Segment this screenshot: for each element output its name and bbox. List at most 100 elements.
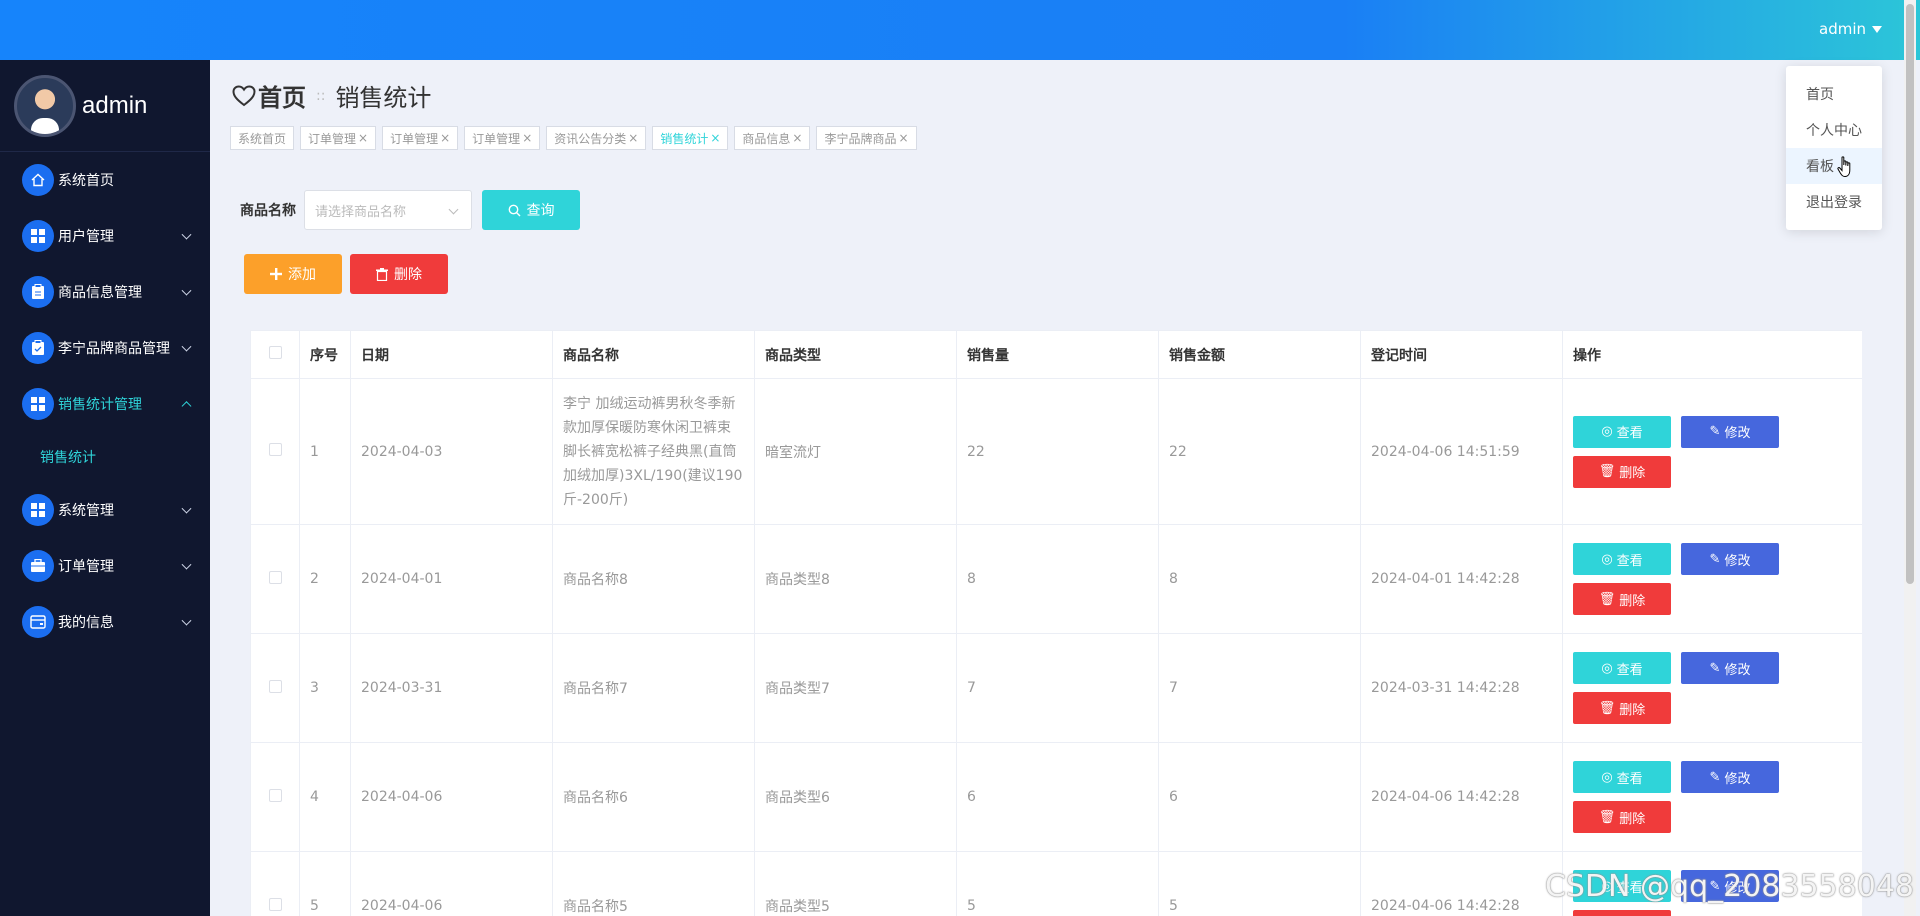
view-button[interactable]: ◎ 查看 [1573, 652, 1671, 684]
user-menu-trigger[interactable]: admin [1819, 20, 1882, 38]
sidebar-subitem-sales-stats[interactable]: 销售统计 [0, 432, 210, 482]
breadcrumb-home[interactable]: 首页 [232, 78, 306, 113]
row-select-cell [250, 851, 300, 916]
grid-icon [22, 220, 54, 252]
tag-item[interactable]: 资讯公告分类 × [546, 126, 647, 150]
main-content: 首页 :: 销售统计 系统首页 订单管理 × 订单管理 × 订单管理 × 资讯公告分类… [210, 60, 1900, 916]
edit-label: 修改 [1724, 771, 1751, 787]
pencil-icon: ✎ [1709, 551, 1721, 567]
close-icon[interactable]: × [792, 131, 802, 145]
view-button[interactable]: ◎ 查看 [1573, 543, 1671, 575]
index-cell: 2 [299, 524, 351, 634]
edit-button[interactable]: ✎ 修改 [1681, 652, 1779, 684]
sidebar-item-home[interactable]: 系统首页 [0, 152, 210, 208]
edit-label: 修改 [1724, 662, 1751, 678]
delete-button[interactable]: 🗑删除 [1573, 583, 1671, 615]
avatar [14, 74, 76, 137]
sidebar-item-system[interactable]: 系统管理 [0, 482, 210, 538]
tag-item[interactable]: 订单管理 × [300, 126, 377, 150]
sidebar-header: admin [0, 60, 210, 152]
tag-item[interactable]: 订单管理 × [382, 126, 459, 150]
batch-delete-button[interactable]: 删除 [350, 254, 448, 294]
row-select-cell [250, 524, 300, 634]
product-name-select[interactable]: 请选择商品名称 [304, 190, 472, 230]
edit-button[interactable]: ✎ 修改 [1681, 543, 1779, 575]
close-icon[interactable]: × [710, 131, 720, 145]
row-checkbox[interactable] [268, 897, 282, 911]
view-button[interactable]: ◎ 查看 [1573, 415, 1671, 448]
heart-icon [232, 84, 256, 106]
dropdown-item-dashboard[interactable]: 看板 [1786, 148, 1882, 184]
tag-label: 订单管理 [390, 131, 439, 146]
chevron-up-icon [181, 401, 192, 412]
edit-button[interactable]: ✎ 修改 [1681, 761, 1779, 793]
row-checkbox[interactable] [268, 443, 282, 456]
edit-button[interactable]: ✎ 修改 [1681, 415, 1779, 448]
close-icon[interactable]: × [628, 131, 638, 145]
select-all-cell [250, 330, 300, 379]
row-checkbox[interactable] [268, 679, 282, 693]
add-button[interactable]: 添加 [244, 254, 342, 294]
sidebar-item-label: 李宁品牌商品管理 [58, 341, 170, 357]
delete-label: 删除 [1619, 466, 1646, 481]
tag-label: 李宁品牌商品 [824, 131, 897, 146]
product-name-cell: 李宁 加绒运动裤男秋冬季新款加厚保暖防寒休闲卫裤束脚长裤宽松裤子经典黑(直筒加绒… [552, 378, 755, 525]
breadcrumb-home-label: 首页 [258, 84, 306, 112]
dropdown-item-profile[interactable]: 个人中心 [1786, 112, 1882, 148]
tag-label: 订单管理 [472, 131, 521, 146]
dropdown-item-home[interactable]: 首页 [1786, 76, 1882, 112]
time-cell: 2024-04-01 14:42:28 [1360, 524, 1563, 634]
query-button[interactable]: 查询 [482, 190, 580, 230]
pencil-icon: ✎ [1709, 660, 1721, 676]
delete-button[interactable]: 🗑删除 [1573, 455, 1671, 488]
briefcase-icon [22, 550, 54, 582]
qty-cell: 8 [956, 524, 1159, 634]
delete-label: 删除 [1619, 702, 1646, 718]
sidebar-item-my-info[interactable]: 我的信息 [0, 594, 210, 650]
tag-item[interactable]: 李宁品牌商品 × [816, 126, 917, 150]
scrollbar-thumb[interactable] [1906, 4, 1914, 584]
delete-button[interactable]: 🗑删除 [1573, 801, 1671, 833]
sidebar-item-sales-stats[interactable]: 销售统计管理 [0, 376, 210, 432]
delete-button[interactable]: 🗑删除 [1573, 910, 1671, 916]
table-row: 3 2024-03-31 商品名称7 商品类型7 7 7 2024-03-31 … [250, 633, 1862, 743]
page-scrollbar[interactable] [1904, 0, 1916, 916]
sidebar-item-lining-products[interactable]: 李宁品牌商品管理 [0, 320, 210, 376]
amount-cell: 22 [1158, 378, 1361, 525]
tag-label: 销售统计 [660, 131, 709, 146]
close-icon[interactable]: × [358, 131, 368, 145]
product-type-cell: 商品类型8 [754, 524, 957, 634]
dropdown-item-logout[interactable]: 退出登录 [1786, 184, 1882, 220]
close-icon[interactable]: × [440, 131, 450, 145]
sidebar-item-users[interactable]: 用户管理 [0, 208, 210, 264]
column-header: 登记时间 [1360, 330, 1563, 379]
close-icon[interactable]: × [899, 131, 909, 145]
column-header: 商品类型 [754, 330, 957, 379]
product-name-cell: 商品名称7 [552, 633, 755, 743]
close-icon[interactable]: × [522, 131, 532, 145]
tag-item-active[interactable]: 销售统计 × [652, 126, 729, 150]
trash-icon: 🗑 [1598, 464, 1616, 479]
select-all-checkbox[interactable] [268, 346, 282, 359]
index-cell: 4 [299, 742, 351, 852]
column-header: 销售金额 [1158, 330, 1361, 379]
chevron-down-icon [181, 341, 192, 352]
column-header: 商品名称 [552, 330, 755, 379]
grid-icon [22, 388, 54, 420]
select-placeholder: 请选择商品名称 [315, 204, 407, 220]
view-button[interactable]: ◎ 查看 [1573, 761, 1671, 793]
eye-icon: ◎ [1601, 769, 1613, 785]
delete-button[interactable]: 🗑删除 [1573, 692, 1671, 724]
operations-cell: ◎查看 ✎修改 🗑删除 [1562, 378, 1862, 525]
tag-item[interactable]: 商品信息 × [734, 126, 811, 150]
table-header-row: 序号 日期 商品名称 商品类型 销售量 销售金额 登记时间 操作 [250, 330, 1862, 379]
date-cell: 2024-03-31 [350, 633, 553, 743]
amount-cell: 7 [1158, 633, 1361, 743]
header-username: admin [1819, 20, 1866, 38]
row-checkbox[interactable] [268, 570, 282, 584]
tag-item[interactable]: 系统首页 [230, 126, 295, 150]
sidebar-item-product-info[interactable]: 商品信息管理 [0, 264, 210, 320]
sidebar-item-orders[interactable]: 订单管理 [0, 538, 210, 594]
tag-item[interactable]: 订单管理 × [464, 126, 541, 150]
row-checkbox[interactable] [268, 788, 282, 802]
